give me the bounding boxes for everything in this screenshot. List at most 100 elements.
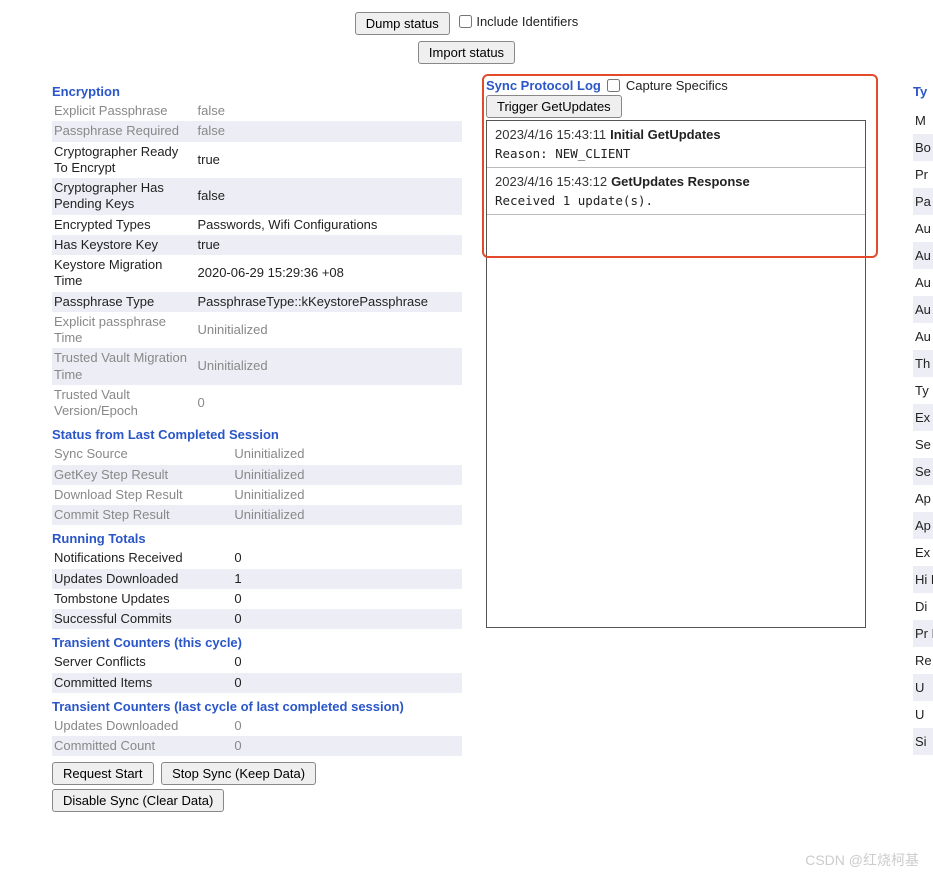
- list-item[interactable]: Au: [913, 242, 933, 269]
- capture-specifics-label: Capture Specifics: [626, 78, 728, 93]
- log-timestamp: 2023/4/16 15:43:12: [495, 174, 607, 189]
- table-row: Updates Downloaded1: [52, 569, 462, 589]
- table-value: Uninitialized: [232, 444, 462, 464]
- section-title-transient-cycle: Transient Counters (this cycle): [52, 629, 462, 652]
- list-item[interactable]: Se: [913, 431, 933, 458]
- list-item[interactable]: Pr: [913, 161, 933, 188]
- last-session-table: Sync SourceUninitializedGetKey Step Resu…: [52, 444, 462, 525]
- list-item[interactable]: Bo: [913, 134, 933, 161]
- section-title-encryption: Encryption: [52, 78, 462, 101]
- table-key: Notifications Received: [52, 548, 232, 568]
- table-row: Explicit passphrase TimeUninitialized: [52, 312, 462, 349]
- list-item[interactable]: Au: [913, 269, 933, 296]
- encryption-table: Explicit PassphrasefalsePassphrase Requi…: [52, 101, 462, 421]
- table-row: Encrypted TypesPasswords, Wifi Configura…: [52, 215, 462, 235]
- list-item[interactable]: Th: [913, 350, 933, 377]
- list-item[interactable]: Ex: [913, 404, 933, 431]
- table-row: Commit Step ResultUninitialized: [52, 505, 462, 525]
- request-start-button[interactable]: Request Start: [52, 762, 154, 785]
- table-key: Commit Step Result: [52, 505, 232, 525]
- table-row: Passphrase TypePassphraseType::kKeystore…: [52, 292, 462, 312]
- table-key: Passphrase Required: [52, 121, 196, 141]
- list-item[interactable]: Di: [913, 593, 933, 620]
- disable-sync-button[interactable]: Disable Sync (Clear Data): [52, 789, 224, 812]
- table-row: Server Conflicts0: [52, 652, 462, 672]
- table-key: Tombstone Updates: [52, 589, 232, 609]
- table-row: Keystore Migration Time2020-06-29 15:29:…: [52, 255, 462, 292]
- log-title: GetUpdates Response: [611, 174, 750, 189]
- stop-sync-button[interactable]: Stop Sync (Keep Data): [161, 762, 316, 785]
- table-key: Download Step Result: [52, 485, 232, 505]
- table-value: Uninitialized: [232, 465, 462, 485]
- import-status-button[interactable]: Import status: [418, 41, 515, 64]
- list-item[interactable]: Ex se: [913, 539, 933, 566]
- table-row: Has Keystore Keytrue: [52, 235, 462, 255]
- log-entry[interactable]: 2023/4/16 15:43:11Initial GetUpdatesReas…: [487, 121, 865, 167]
- table-value: true: [196, 142, 463, 179]
- table-row: Tombstone Updates0: [52, 589, 462, 609]
- table-key: Updates Downloaded: [52, 569, 232, 589]
- list-item[interactable]: Hi Di: [913, 566, 933, 593]
- dump-status-button[interactable]: Dump status: [355, 12, 450, 35]
- table-value: 0: [232, 652, 462, 672]
- section-title-last-session: Status from Last Completed Session: [52, 421, 462, 444]
- table-row: Successful Commits0: [52, 609, 462, 629]
- table-row: Passphrase Requiredfalse: [52, 121, 462, 141]
- list-item[interactable]: Au O: [913, 323, 933, 350]
- protocol-log-box: 2023/4/16 15:43:11Initial GetUpdatesReas…: [486, 120, 866, 628]
- table-row: Cryptographer Has Pending Keysfalse: [52, 178, 462, 215]
- log-entry[interactable]: 2023/4/16 15:43:12GetUpdates ResponseRec…: [487, 167, 865, 214]
- trigger-getupdates-button[interactable]: Trigger GetUpdates: [486, 95, 622, 118]
- transient-last-table: Updates Downloaded0Committed Count0: [52, 716, 462, 757]
- list-item[interactable]: Ap: [913, 485, 933, 512]
- table-key: Cryptographer Ready To Encrypt: [52, 142, 196, 179]
- table-key: Has Keystore Key: [52, 235, 196, 255]
- table-key: Committed Count: [52, 736, 232, 756]
- list-item[interactable]: Pa: [913, 188, 933, 215]
- table-key: Successful Commits: [52, 609, 232, 629]
- table-value: Passwords, Wifi Configurations: [196, 215, 463, 235]
- protocol-log-column: Sync Protocol Log Capture Specifics Trig…: [486, 78, 866, 628]
- list-item[interactable]: M: [913, 107, 933, 134]
- include-identifiers-checkbox[interactable]: [459, 15, 472, 28]
- list-item[interactable]: U: [913, 674, 933, 701]
- log-title: Initial GetUpdates: [610, 127, 721, 142]
- table-value: 0: [232, 716, 462, 736]
- log-body: Reason: NEW_CLIENT: [495, 142, 857, 161]
- left-column: Encryption Explicit PassphrasefalsePassp…: [52, 78, 462, 816]
- list-item[interactable]: Si: [913, 728, 933, 755]
- table-key: Trusted Vault Migration Time: [52, 348, 196, 385]
- list-item[interactable]: Ap: [913, 512, 933, 539]
- table-value: false: [196, 101, 463, 121]
- table-value: 0: [196, 385, 463, 422]
- list-item[interactable]: Re: [913, 647, 933, 674]
- transient-cycle-table: Server Conflicts0Committed Items0: [52, 652, 462, 693]
- table-value: 0: [232, 589, 462, 609]
- table-value: false: [196, 178, 463, 215]
- list-item[interactable]: Pr Pr: [913, 620, 933, 647]
- table-value: true: [196, 235, 463, 255]
- table-value: 0: [232, 609, 462, 629]
- table-key: Committed Items: [52, 673, 232, 693]
- list-item[interactable]: Au M: [913, 296, 933, 323]
- table-key: Trusted Vault Version/Epoch: [52, 385, 196, 422]
- running-totals-table: Notifications Received0Updates Downloade…: [52, 548, 462, 629]
- table-key: Sync Source: [52, 444, 232, 464]
- table-key: Encrypted Types: [52, 215, 196, 235]
- list-item[interactable]: Se: [913, 458, 933, 485]
- table-value: false: [196, 121, 463, 141]
- table-key: GetKey Step Result: [52, 465, 232, 485]
- table-row: Committed Items0: [52, 673, 462, 693]
- watermark-text: CSDN @红烧柯基: [805, 850, 919, 870]
- table-row: Committed Count0: [52, 736, 462, 756]
- include-identifiers-label: Include Identifiers: [476, 14, 578, 29]
- table-row: Updates Downloaded0: [52, 716, 462, 736]
- capture-specifics-checkbox[interactable]: [607, 79, 620, 92]
- table-key: Updates Downloaded: [52, 716, 232, 736]
- table-key: Explicit Passphrase: [52, 101, 196, 121]
- table-row: Trusted Vault Version/Epoch0: [52, 385, 462, 422]
- table-key: Keystore Migration Time: [52, 255, 196, 292]
- list-item[interactable]: Ty: [913, 377, 933, 404]
- list-item[interactable]: U: [913, 701, 933, 728]
- list-item[interactable]: Au: [913, 215, 933, 242]
